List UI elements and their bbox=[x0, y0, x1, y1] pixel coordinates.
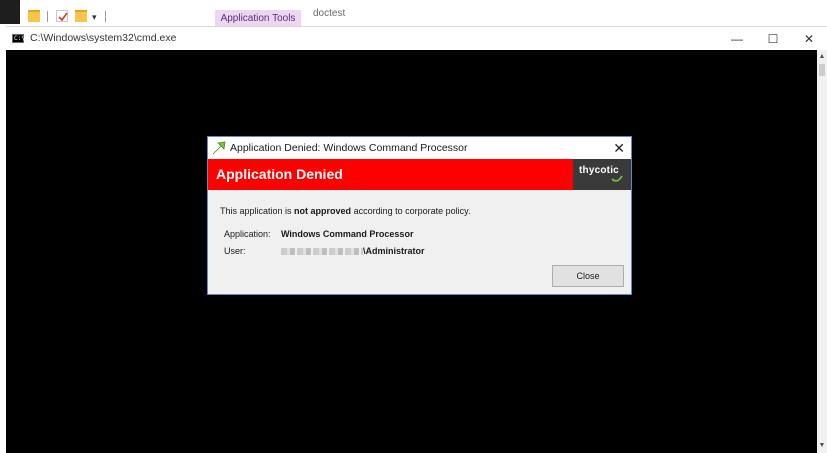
scroll-down-arrow-icon[interactable]: ▼ bbox=[817, 441, 827, 451]
green-arrow-icon bbox=[212, 141, 226, 155]
application-denied-dialog[interactable]: Application Denied: Windows Command Proc… bbox=[207, 136, 632, 295]
explorer-ribbon: ▾ Application Tools doctest bbox=[0, 0, 827, 26]
cmd-icon: C:\ bbox=[12, 34, 25, 43]
user-value: \Administrator bbox=[363, 246, 425, 256]
dialog-body: This application is not approved accordi… bbox=[208, 190, 631, 294]
customize-toolbar-dropdown-icon[interactable]: ▾ bbox=[92, 12, 97, 22]
close-button[interactable]: Close bbox=[552, 265, 624, 287]
window-edge bbox=[0, 0, 20, 24]
dialog-close-icon[interactable]: ✕ bbox=[613, 139, 625, 157]
logo-swoosh-icon bbox=[611, 175, 623, 182]
dialog-title: Application Denied: Windows Command Proc… bbox=[230, 142, 468, 154]
dialog-titlebar[interactable]: Application Denied: Windows Command Proc… bbox=[208, 137, 631, 159]
toolbar-separator bbox=[105, 11, 106, 22]
banner-title: Application Denied bbox=[216, 166, 343, 182]
scroll-up-arrow-icon[interactable]: ▲ bbox=[817, 52, 827, 62]
message-emphasis: not approved bbox=[294, 206, 352, 216]
toolbar-separator bbox=[47, 11, 48, 22]
message-text: This application is bbox=[220, 206, 295, 216]
denied-banner: Application Denied bbox=[208, 159, 573, 190]
message-text-end: according to corporate policy. bbox=[351, 206, 471, 216]
minimize-button[interactable]: — bbox=[719, 27, 755, 51]
vertical-scrollbar[interactable]: ▲ ▼ bbox=[817, 50, 827, 453]
cmd-titlebar[interactable]: C:\ C:\Windows\system32\cmd.exe — ☐ ✕ bbox=[6, 26, 827, 50]
user-label: User: bbox=[224, 246, 246, 256]
application-label: Application: bbox=[224, 229, 271, 239]
application-value: Windows Command Processor bbox=[281, 229, 414, 239]
folder-icon[interactable] bbox=[28, 10, 40, 22]
thycotic-logo: thycotic bbox=[573, 159, 631, 190]
application-tools-tab[interactable]: Application Tools bbox=[215, 10, 301, 26]
application-row: Application: Windows Command Processor bbox=[224, 229, 413, 239]
document-title: doctest bbox=[313, 8, 346, 19]
new-folder-icon[interactable] bbox=[75, 10, 87, 22]
cmd-window-title: C:\Windows\system32\cmd.exe bbox=[30, 32, 177, 44]
maximize-button[interactable]: ☐ bbox=[755, 27, 791, 51]
properties-check-icon[interactable] bbox=[56, 10, 68, 22]
scroll-thumb[interactable] bbox=[819, 64, 825, 76]
close-window-button[interactable]: ✕ bbox=[791, 27, 827, 51]
policy-message: This application is not approved accordi… bbox=[220, 206, 470, 216]
user-row: User: \Administrator bbox=[224, 246, 425, 256]
redacted-domain bbox=[281, 248, 363, 256]
